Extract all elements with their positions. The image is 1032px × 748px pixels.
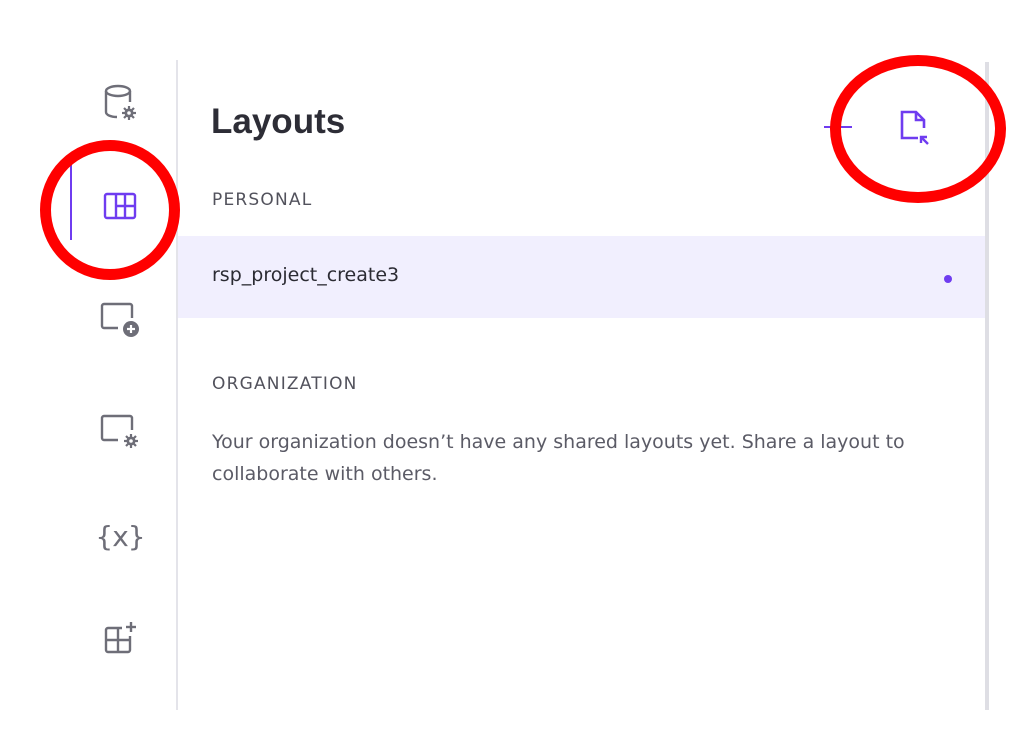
- data-source-settings-icon: [100, 82, 140, 126]
- layouts-panel: Layouts PERSONAL rsp_project_create3 ORG…: [178, 60, 985, 710]
- sidebar-item-add-panel[interactable]: [88, 288, 152, 352]
- extensions-add-icon: [102, 620, 138, 656]
- list-item[interactable]: rsp_project_create3: [178, 236, 985, 318]
- import-file-icon: [896, 110, 932, 152]
- active-indicator: [70, 160, 72, 240]
- add-layout-button[interactable]: [824, 126, 852, 128]
- sidebar-item-variables[interactable]: {x}: [88, 504, 152, 568]
- section-label-organization: ORGANIZATION: [212, 374, 358, 394]
- variables-icon: {x}: [95, 519, 145, 553]
- organization-empty-message: Your organization doesn’t have any share…: [212, 431, 905, 485]
- sidebar-rail: {x}: [0, 60, 178, 710]
- section-label-personal: PERSONAL: [212, 190, 313, 210]
- panel-divider: [985, 62, 989, 710]
- page-title: Layouts: [211, 102, 346, 141]
- sidebar-item-panel-settings[interactable]: [88, 400, 152, 464]
- sidebar-item-layouts[interactable]: [88, 174, 152, 238]
- layouts-grid-icon: [103, 192, 137, 220]
- layout-name: rsp_project_create3: [212, 264, 400, 286]
- add-panel-icon: [98, 300, 142, 340]
- sidebar-item-extensions[interactable]: [88, 606, 152, 670]
- import-layout-button[interactable]: [896, 108, 932, 148]
- active-layout-dot: [944, 275, 952, 283]
- panel-settings-icon: [98, 412, 142, 452]
- sidebar-item-data-source-settings[interactable]: [88, 72, 152, 136]
